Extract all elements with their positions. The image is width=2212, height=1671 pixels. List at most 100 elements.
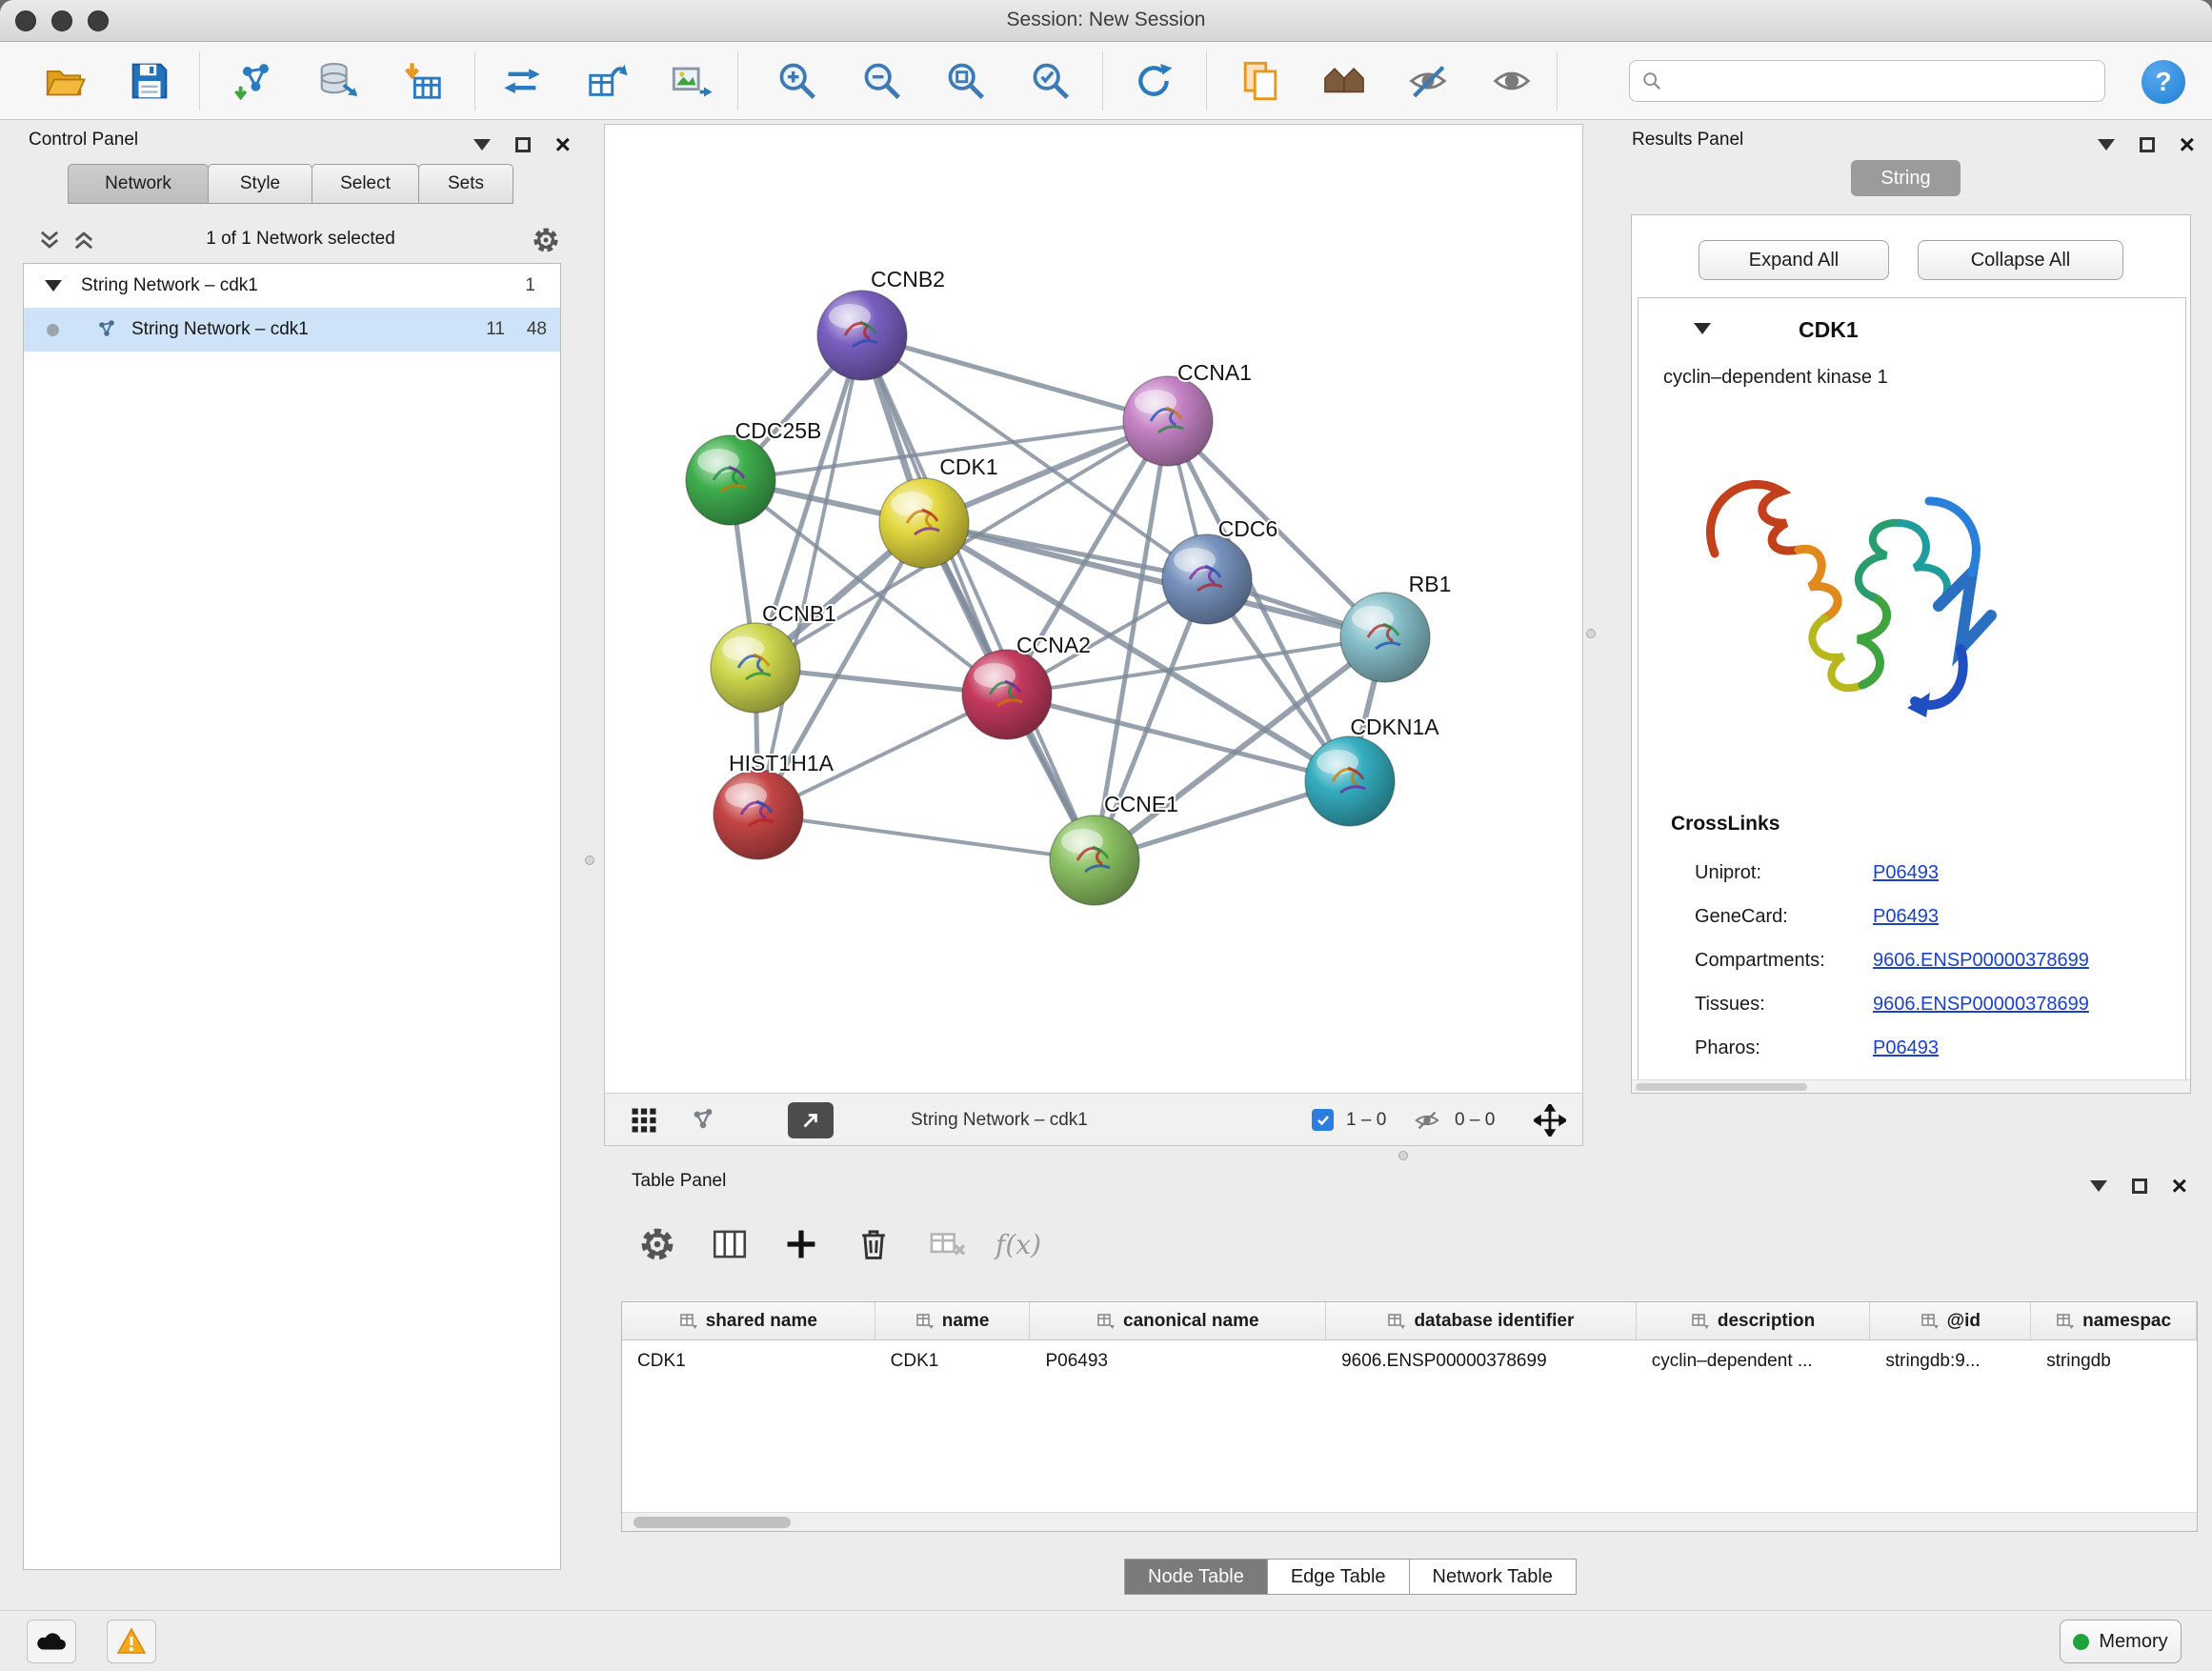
panel-float-icon[interactable] xyxy=(2132,1178,2147,1194)
scrollbar-thumb[interactable] xyxy=(633,1517,791,1528)
warnings-button[interactable] xyxy=(107,1620,156,1663)
column-header[interactable]: canonical name xyxy=(1030,1302,1326,1339)
results-horizontal-scrollbar[interactable] xyxy=(1632,1079,2190,1093)
import-network-database-button[interactable] xyxy=(312,54,365,108)
network-collection-row[interactable]: String Network – cdk1 1 xyxy=(24,264,560,308)
panel-menu-icon[interactable] xyxy=(2090,1180,2107,1192)
zoom-fit-button[interactable] xyxy=(939,54,993,108)
network-node[interactable] xyxy=(686,435,775,525)
bottom-splitter-handle[interactable] xyxy=(1398,1151,1408,1160)
network-edge[interactable] xyxy=(862,335,1095,860)
panel-menu-icon[interactable] xyxy=(2098,139,2115,151)
delete-table-button[interactable] xyxy=(924,1220,972,1268)
import-network-file-button[interactable] xyxy=(228,54,281,108)
network-node[interactable] xyxy=(711,623,800,713)
network-node[interactable] xyxy=(962,650,1052,739)
tab-edge-table[interactable]: Edge Table xyxy=(1267,1559,1410,1595)
node-label: CDC6 xyxy=(1218,516,1278,541)
network-row[interactable]: String Network – cdk1 11 48 xyxy=(24,308,560,352)
network-canvas-svg[interactable]: CCNB2CCNA1CDC25BCDK1CDC6RB1CCNB1CCNA2CDK… xyxy=(605,125,1582,1093)
birdseye-toggle-button[interactable] xyxy=(788,1094,834,1146)
panel-menu-icon[interactable] xyxy=(473,139,491,151)
collapse-all-button[interactable]: Collapse All xyxy=(1918,240,2123,280)
gear-icon[interactable] xyxy=(531,225,561,255)
crosslink-link[interactable]: P06493 xyxy=(1873,1037,1939,1059)
scrollbar-thumb[interactable] xyxy=(1636,1083,1807,1091)
network-node[interactable] xyxy=(817,291,907,380)
toolbar-separator xyxy=(199,51,200,111)
crosslink-link[interactable]: 9606.ENSP00000378699 xyxy=(1873,994,2089,1016)
column-header[interactable]: @id xyxy=(1870,1302,2031,1339)
hidden-edges-indicator[interactable] xyxy=(1413,1094,1441,1146)
panel-close-icon[interactable]: × xyxy=(2172,1173,2187,1199)
table-horizontal-scrollbar[interactable] xyxy=(622,1512,2197,1531)
panel-close-icon[interactable]: × xyxy=(555,131,571,158)
zoom-out-button[interactable] xyxy=(855,54,909,108)
network-node[interactable] xyxy=(1123,376,1213,466)
column-header[interactable]: namespac xyxy=(2031,1302,2197,1339)
import-table-button[interactable] xyxy=(396,54,450,108)
toggle-annotations-button[interactable] xyxy=(1401,54,1455,108)
tab-select[interactable]: Select xyxy=(312,164,419,204)
tab-style[interactable]: Style xyxy=(208,164,312,204)
network-node[interactable] xyxy=(879,478,969,568)
section-collapse-icon[interactable] xyxy=(1694,323,1711,334)
memory-button[interactable]: Memory xyxy=(2060,1620,2182,1663)
network-edge[interactable] xyxy=(758,335,862,815)
grid-view-button[interactable] xyxy=(630,1094,658,1146)
delete-column-button[interactable] xyxy=(850,1220,897,1268)
help-button[interactable]: ? xyxy=(2142,60,2185,104)
open-session-button[interactable] xyxy=(37,54,90,108)
search-field[interactable] xyxy=(1629,60,2105,102)
expand-all-button[interactable]: Expand All xyxy=(1699,240,1889,280)
network-edge[interactable] xyxy=(862,335,1168,421)
left-splitter-handle[interactable] xyxy=(585,856,594,865)
zoom-selected-button[interactable] xyxy=(1024,54,1077,108)
network-node[interactable] xyxy=(1305,736,1395,826)
tab-network[interactable]: Network xyxy=(68,164,209,204)
string-home-button[interactable] xyxy=(1317,54,1371,108)
copy-documents-button[interactable] xyxy=(1234,54,1287,108)
show-graphics-button[interactable] xyxy=(1485,54,1538,108)
save-session-button[interactable] xyxy=(123,54,176,108)
crosslink-link[interactable]: P06493 xyxy=(1873,862,1939,884)
clone-network-button[interactable] xyxy=(580,54,633,108)
table-row[interactable]: CDK1CDK1P064939606.ENSP00000378699cyclin… xyxy=(622,1340,2197,1382)
right-splitter-handle[interactable] xyxy=(1586,629,1596,638)
tab-network-table[interactable]: Network Table xyxy=(1409,1559,1577,1595)
function-builder-button[interactable]: f(x) xyxy=(995,1220,1042,1268)
tab-node-table[interactable]: Node Table xyxy=(1124,1559,1268,1595)
tree-expand-icon[interactable] xyxy=(45,280,62,292)
show-columns-button[interactable] xyxy=(706,1220,754,1268)
column-header[interactable]: shared name xyxy=(622,1302,875,1339)
grid-icon xyxy=(630,1106,658,1135)
panel-float-icon[interactable] xyxy=(515,137,531,152)
create-column-button[interactable] xyxy=(777,1220,825,1268)
network-view-share-button[interactable] xyxy=(689,1094,717,1146)
crosslink-link[interactable]: 9606.ENSP00000378699 xyxy=(1873,950,2089,972)
apply-layout-button[interactable] xyxy=(1127,54,1180,108)
panel-float-icon[interactable] xyxy=(2140,137,2155,152)
status-bar: Memory xyxy=(0,1610,2212,1671)
nodes-visible-checkbox[interactable] xyxy=(1312,1094,1334,1146)
export-image-button[interactable] xyxy=(665,54,718,108)
column-header[interactable]: database identifier xyxy=(1326,1302,1637,1339)
column-header[interactable]: description xyxy=(1637,1302,1871,1339)
pan-tool-button[interactable] xyxy=(1534,1094,1566,1146)
column-header[interactable]: name xyxy=(875,1302,1031,1339)
zoom-in-button[interactable] xyxy=(771,54,824,108)
table-settings-button[interactable] xyxy=(633,1220,681,1268)
network-node[interactable] xyxy=(1340,593,1430,682)
cloud-status-button[interactable] xyxy=(27,1620,76,1663)
network-edge[interactable] xyxy=(758,815,1095,860)
search-input[interactable] xyxy=(1672,70,2093,91)
table-panel: Table Panel × f(x) xyxy=(604,1165,2212,1597)
new-network-button[interactable] xyxy=(495,54,549,108)
network-node[interactable] xyxy=(1162,534,1252,624)
network-node[interactable] xyxy=(1050,815,1139,905)
panel-close-icon[interactable]: × xyxy=(2180,131,2195,158)
tab-sets[interactable]: Sets xyxy=(418,164,513,204)
crosslink-link[interactable]: P06493 xyxy=(1873,906,1939,928)
results-tab-string[interactable]: String xyxy=(1851,160,1961,196)
network-node[interactable] xyxy=(714,770,803,859)
